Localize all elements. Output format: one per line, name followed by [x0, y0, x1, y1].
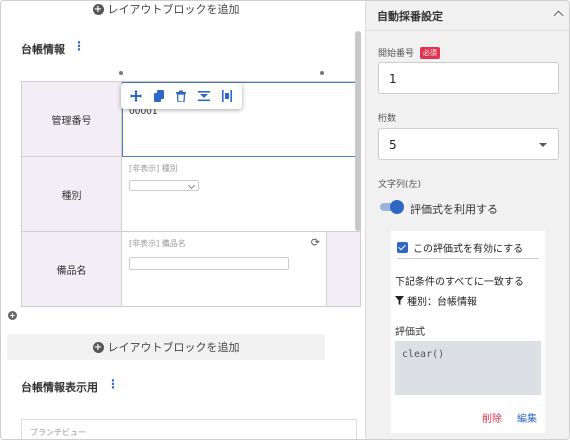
- trash-icon[interactable]: [174, 89, 188, 103]
- field-cell-type[interactable]: [非表示] 種別: [121, 156, 361, 232]
- plus-circle-icon: +: [92, 3, 104, 15]
- edit-link[interactable]: 編集: [517, 410, 537, 425]
- filter-text: 種別：台帳情報: [407, 297, 477, 308]
- enable-expression-row[interactable]: この評価式を有効にする: [397, 237, 539, 259]
- field-label: 管理番号: [21, 81, 122, 157]
- chevron-up-icon[interactable]: [553, 10, 564, 21]
- use-expression-label: 評価式を利用する: [410, 203, 498, 216]
- resize-handle[interactable]: [119, 71, 123, 75]
- branch-view-label: ブランチビュー: [30, 428, 86, 437]
- add-layout-block-button-top[interactable]: + レイアウトブロックを追加: [7, 1, 325, 22]
- digits-select[interactable]: 5: [378, 128, 559, 160]
- panel-title: 自動採番設定: [377, 9, 443, 23]
- delete-link[interactable]: 削除: [482, 410, 502, 425]
- section-title-ledger-display: 台帳情報表示用: [21, 381, 98, 394]
- section-title-ledger: 台帳情報: [21, 43, 65, 56]
- add-layout-block-label: レイアウトブロックを追加: [107, 341, 240, 354]
- expression-value: clear(): [402, 349, 445, 360]
- string-left-label: 文字列(左): [378, 180, 422, 190]
- use-expression-toggle[interactable]: [378, 200, 404, 214]
- copy-icon[interactable]: [152, 89, 166, 103]
- ledger-table: 管理番号 00001 種別 [非表示] 種別 備品名 [非表示] 備品名 ⟳: [21, 81, 361, 307]
- panel-header[interactable]: 自動採番設定: [366, 1, 569, 31]
- branch-view: ブランチビュー: [21, 419, 357, 439]
- toggle-knob: [390, 200, 404, 214]
- digits-value: 5: [389, 138, 397, 152]
- plus-circle-icon[interactable]: +: [8, 311, 17, 320]
- editor-scrollbar[interactable]: [355, 31, 361, 231]
- field-cell-item-name[interactable]: [非表示] 備品名 ⟳: [121, 231, 361, 307]
- insert-row-icon[interactable]: [197, 89, 211, 103]
- app-frame: + レイアウトブロックを追加 台帳情報 ⋮ 管理番号 00001 種別 [非表示…: [0, 0, 570, 440]
- expression-box[interactable]: clear(): [395, 341, 541, 395]
- kebab-icon[interactable]: ⋮: [107, 377, 119, 391]
- label-cell-strip: [326, 232, 360, 306]
- layout-editor: + レイアウトブロックを追加 台帳情報 ⋮ 管理番号 00001 種別 [非表示…: [1, 1, 363, 439]
- insert-column-icon[interactable]: [220, 89, 234, 103]
- type-select[interactable]: [129, 180, 199, 191]
- hidden-field-label: [非表示] 種別: [129, 164, 178, 173]
- checkbox-icon[interactable]: [397, 242, 408, 253]
- cell-toolbar: [121, 83, 242, 109]
- start-number-label: 開始番号: [378, 49, 415, 59]
- enable-expression-label: この評価式を有効にする: [413, 244, 524, 255]
- filter-icon: [395, 296, 404, 305]
- move-icon[interactable]: [129, 89, 143, 103]
- resize-handle[interactable]: [320, 71, 324, 75]
- start-number-input[interactable]: 1: [378, 62, 559, 94]
- table-row: 備品名 [非表示] 備品名 ⟳: [21, 231, 361, 307]
- digits-label: 桁数: [378, 114, 397, 124]
- required-badge: 必須: [419, 47, 440, 59]
- plus-circle-icon: +: [92, 341, 104, 353]
- item-name-input[interactable]: [129, 257, 289, 270]
- add-layout-block-button[interactable]: + レイアウトブロックを追加: [7, 334, 325, 360]
- start-number-value: 1: [389, 72, 397, 86]
- expression-card: この評価式を有効にする 下記条件のすべてに一致する 種別：台帳情報 評価式 cl…: [391, 231, 545, 433]
- field-label: 備品名: [21, 231, 122, 307]
- field-label: 種別: [21, 156, 122, 232]
- kebab-icon[interactable]: ⋮: [73, 39, 85, 53]
- add-layout-block-label: レイアウトブロックを追加: [107, 3, 240, 16]
- expression-label: 評価式: [395, 327, 425, 338]
- refresh-icon[interactable]: ⟳: [311, 236, 320, 249]
- condition-text: 下記条件のすべてに一致する: [395, 277, 524, 288]
- start-number-label-row: 開始番号 必須: [378, 46, 440, 59]
- filter-condition: 種別：台帳情報: [395, 293, 477, 308]
- table-row: 種別 [非表示] 種別: [21, 156, 361, 232]
